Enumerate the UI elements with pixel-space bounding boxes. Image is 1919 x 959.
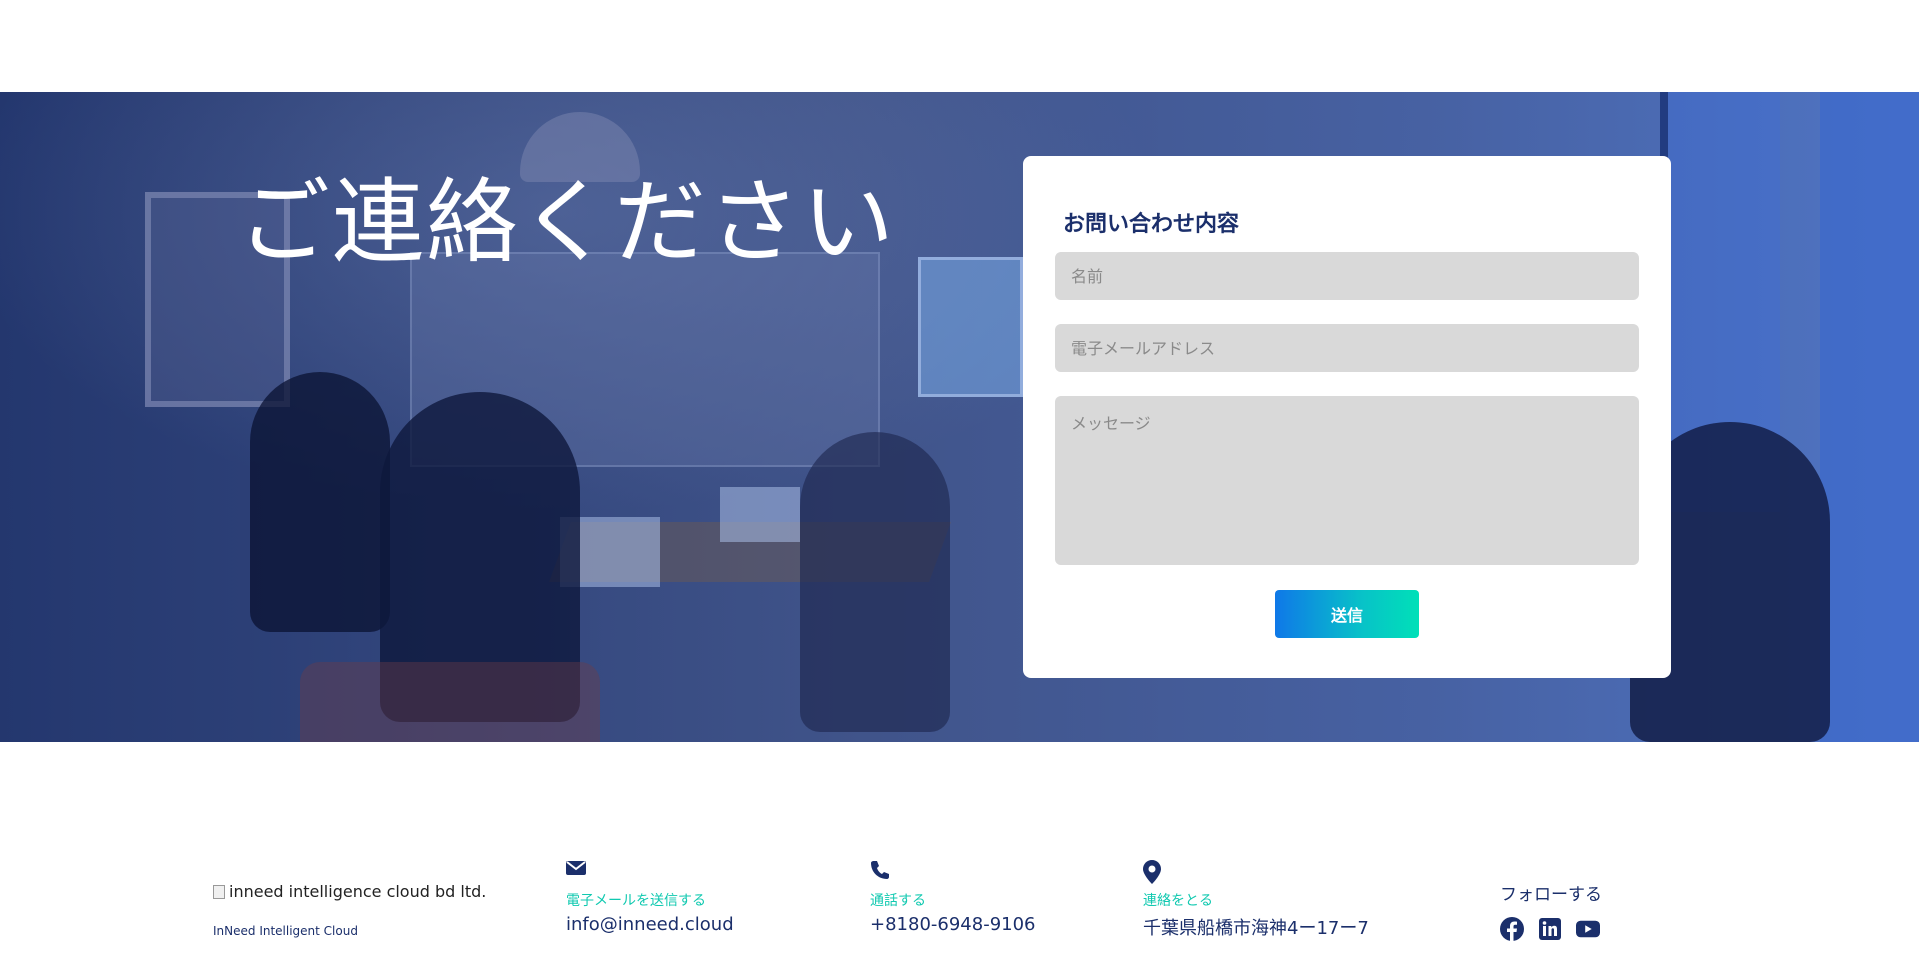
envelope-icon — [566, 860, 734, 884]
map-pin-icon — [1143, 860, 1369, 884]
background-chairs — [300, 662, 600, 742]
broken-image-icon — [213, 884, 225, 899]
email-link[interactable]: info@inneed.cloud — [566, 914, 734, 935]
linkedin-icon[interactable] — [1538, 917, 1562, 941]
footer-email-block: 電子メールを送信する info@inneed.cloud — [566, 860, 734, 935]
address-text: 千葉県船橋市海神4ー17ー7 — [1143, 918, 1369, 939]
name-input[interactable] — [1055, 252, 1639, 300]
hero-title: ご連絡ください — [238, 169, 897, 276]
facebook-icon[interactable] — [1500, 917, 1524, 941]
background-person — [250, 372, 390, 632]
email-input[interactable] — [1055, 324, 1639, 372]
logo-alt-text: inneed intelligence cloud bd ltd. — [229, 882, 487, 901]
background-person — [800, 432, 950, 732]
message-textarea[interactable] — [1055, 396, 1639, 565]
phone-link[interactable]: +8180-6948-9106 — [870, 914, 1036, 935]
hero-section: ご連絡ください お問い合わせ内容 送信 — [0, 92, 1919, 742]
follow-section: フォローする — [1500, 880, 1602, 941]
background-laptop — [720, 487, 800, 542]
company-logo[interactable]: inneed intelligence cloud bd ltd. — [213, 882, 486, 901]
email-label: 電子メールを送信する — [566, 893, 706, 909]
contact-form-title: お問い合わせ内容 — [1063, 212, 1240, 237]
follow-label: フォローする — [1500, 885, 1602, 905]
youtube-icon[interactable] — [1576, 917, 1600, 941]
top-bar — [0, 0, 1919, 92]
company-name: InNeed Intelligent Cloud — [213, 924, 358, 938]
background-screen — [918, 257, 1023, 397]
address-label: 連絡をとる — [1143, 893, 1213, 909]
footer-address-block: 連絡をとる 千葉県船橋市海神4ー17ー7 — [1143, 860, 1369, 940]
background-window — [1820, 92, 1919, 742]
submit-button[interactable]: 送信 — [1275, 590, 1419, 638]
footer: inneed intelligence cloud bd ltd. InNeed… — [0, 742, 1919, 959]
phone-label: 通話する — [870, 893, 926, 909]
contact-form: お問い合わせ内容 送信 — [1023, 156, 1671, 678]
social-links — [1500, 917, 1602, 941]
footer-phone-block: 通話する +8180-6948-9106 — [870, 860, 1036, 935]
phone-icon — [870, 860, 1036, 884]
